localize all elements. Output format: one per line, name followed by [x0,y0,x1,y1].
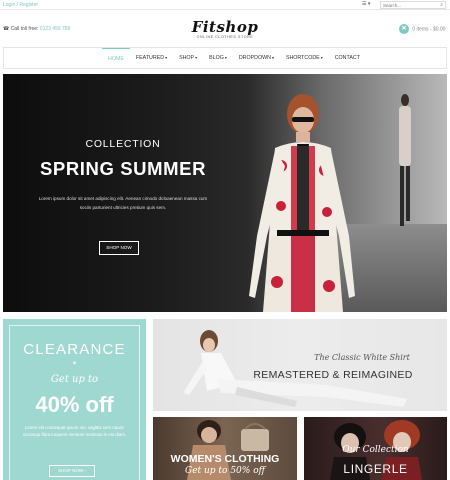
cart-label: 0 items - $0.00 [412,26,446,33]
nav-item-featured[interactable]: FEATURED▾ [130,48,173,68]
clearance-amount: 40% off [35,392,114,417]
clearance-shop-now-button[interactable]: SHOP NOW › [49,465,95,477]
clearance-banner[interactable]: CLEARANCE ✶ Get up to 40% off Lorem elit… [3,319,146,480]
hero-eyebrow: COLLECTION [85,138,161,150]
nav-item-shop[interactable]: SHOP▾ [173,48,203,68]
womens-clothing-banner[interactable]: WOMEN'S CLOTHING Get up to 50% off [153,417,297,480]
search-icon[interactable]: ⌕ [440,2,443,8]
divider-star-icon: ✶ [71,361,78,367]
nav-label: SHOP [179,55,195,61]
background-model-image [399,94,411,226]
white-shirt-title: REMASTERED & REIMAGINED [253,369,413,381]
nav-item-blog[interactable]: BLOG▾ [203,48,233,68]
hero-title: SPRING SUMMER [39,158,207,179]
top-bar: Login / Register ☰ ▾ ⌕ [0,0,450,10]
phone-number[interactable]: 0123 456 789 [40,26,71,32]
clearance-title: CLEARANCE [23,341,126,358]
nav-item-dropdown[interactable]: DROPDOWN▾ [233,48,280,68]
nav-label: HOME [108,56,124,62]
white-shirt-model-image [183,330,407,407]
main-nav: HOME FEATURED▾ SHOP▾ BLOG▾ DROPDOWN▾ SHO… [3,47,447,69]
hero-model-image [249,94,355,312]
chevron-down-icon: ▾ [320,55,323,60]
chevron-down-icon: ▾ [271,55,274,60]
clearance-description: Lorem elit consequat ipsum nec sagittis … [22,425,127,437]
site-logo[interactable]: Fitshop ONLINE CLOTHES STORE [180,18,270,39]
nav-item-home[interactable]: HOME [102,48,130,68]
lingerie-banner[interactable]: Our Collection LINGERLE [304,417,447,480]
chevron-down-icon: ▾ [224,55,227,60]
clearance-subtitle: Get up to [50,374,99,385]
lingerie-title: LINGERLE [343,462,408,476]
nav-label: FEATURED [135,55,165,61]
login-register-link[interactable]: Login / Register [3,2,38,8]
chevron-down-icon: ▾ [165,55,168,60]
nav-item-shortcode[interactable]: SHORTCODE▾ [280,48,329,68]
search-box: ⌕ [380,1,446,9]
nav-label: DROPDOWN [238,55,271,61]
chevron-down-icon: ▾ [195,55,198,60]
account-menu[interactable]: ☰ ▾ [362,1,370,7]
hero-shop-now-button[interactable]: SHOP NOW [99,241,139,255]
nav-item-contact[interactable]: CONTACT [329,48,366,68]
nav-menu: HOME FEATURED▾ SHOP▾ BLOG▾ DROPDOWN▾ SHO… [102,48,366,70]
nav-label: CONTACT [334,55,360,61]
search-input[interactable] [381,2,437,8]
lingerie-script: Our Collection [342,445,409,455]
phone-contact: ☎ Call toll free: 0123 456 789 [3,26,70,32]
white-shirt-script: The Classic White Shirt [314,353,410,362]
nav-label: BLOG [209,55,224,61]
hero-description: Lorem ipsum dolor sit amet adipiscing el… [38,196,208,210]
womens-clothing-title: WOMEN'S CLOTHING [170,453,280,465]
cart-summary[interactable]: ✖ 0 items - $0.00 [399,24,445,34]
logo-wordmark: Fitshop [191,18,259,36]
womens-clothing-subtitle: Get up to 50% off [185,466,265,476]
hero-slider: COLLECTION SPRING SUMMER Lorem ipsum dol… [3,74,447,312]
nav-label: SHORTCODE [285,55,320,61]
white-shirt-banner[interactable]: The Classic White Shirt REMASTERED & REI… [153,319,447,411]
phone-label: ☎ Call toll free: [3,26,39,32]
cart-icon: ✖ [399,24,409,34]
